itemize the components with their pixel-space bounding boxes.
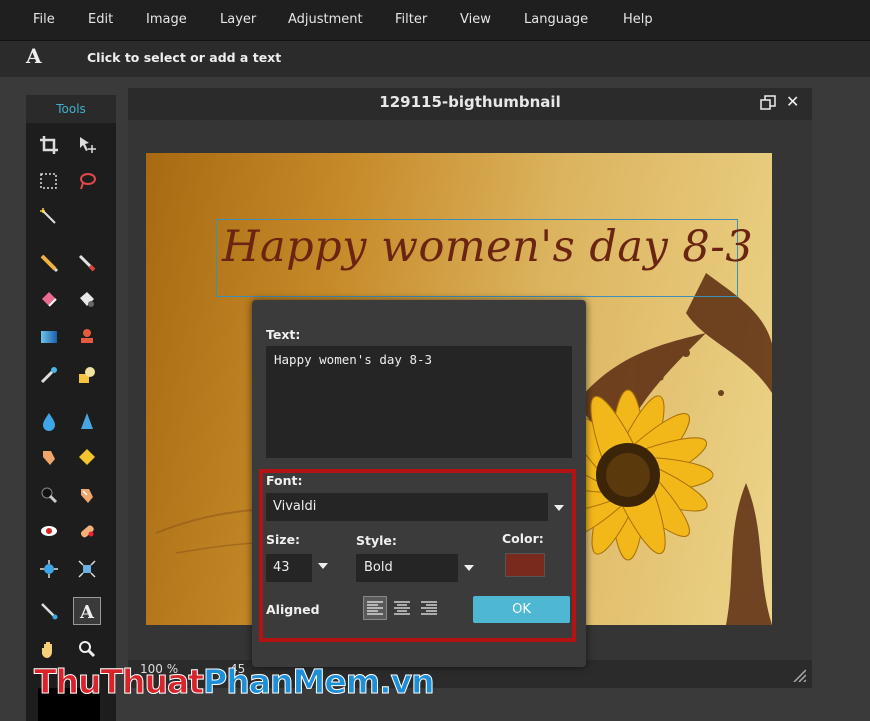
resize-grip-icon[interactable]	[792, 668, 806, 682]
drawing-tool[interactable]	[74, 362, 100, 388]
text-label: Text:	[266, 327, 301, 342]
magic-wand-tool[interactable]	[36, 204, 62, 230]
eraser-tool[interactable]	[36, 286, 62, 312]
menu-edit[interactable]: Edit	[88, 12, 113, 27]
tools-panel-title: Tools	[26, 95, 116, 123]
marquee-icon	[40, 173, 57, 189]
move-icon	[80, 137, 96, 153]
dodge-tool[interactable]	[74, 482, 100, 508]
annotation-highlight-box	[259, 469, 576, 642]
text-input[interactable]: Happy women's day 8-3	[266, 346, 572, 458]
shapes-icon	[79, 367, 95, 383]
menu-view[interactable]: View	[460, 12, 491, 27]
hand-icon	[42, 642, 52, 658]
finger-icon	[43, 451, 55, 465]
gradient-tool[interactable]	[36, 324, 62, 350]
sponge-icon	[79, 449, 95, 465]
bandage-icon	[80, 525, 94, 538]
tool-hint-text: Click to select or add a text	[87, 50, 282, 65]
gradient-icon	[41, 331, 57, 343]
menu-filter[interactable]: Filter	[395, 12, 427, 27]
smudge-tool[interactable]	[36, 444, 62, 470]
paint-bucket-icon	[80, 292, 94, 307]
lasso-icon	[80, 173, 96, 190]
color-replace-icon	[40, 367, 57, 384]
spot-heal-tool[interactable]	[74, 518, 100, 544]
restore-window-icon[interactable]	[760, 95, 776, 111]
pinch-icon	[78, 560, 96, 578]
magnifier-icon	[79, 641, 96, 658]
pencil-tool[interactable]	[36, 250, 62, 276]
fill-tool[interactable]	[74, 286, 100, 312]
text-tool[interactable]: A	[73, 597, 101, 625]
crop-icon	[40, 136, 58, 154]
menu-layer[interactable]: Layer	[220, 12, 256, 27]
text-tool-icon: A	[26, 44, 42, 68]
close-window-icon[interactable]: ✕	[786, 92, 799, 111]
burn-icon	[41, 487, 58, 504]
menu-help[interactable]: Help	[623, 12, 653, 27]
dodge-icon	[81, 489, 93, 503]
blur-tool[interactable]	[36, 408, 62, 434]
brush-tool[interactable]	[74, 250, 100, 276]
eraser-icon	[42, 292, 57, 307]
watermark-logo: ThuThuatPhanMem.vn	[33, 662, 436, 702]
bloat-icon	[40, 560, 58, 578]
color-replace-tool[interactable]	[36, 362, 62, 388]
lasso-tool[interactable]	[74, 168, 100, 194]
crop-tool[interactable]	[36, 132, 62, 158]
zoom-tool[interactable]	[74, 636, 100, 662]
sponge-tool[interactable]	[74, 444, 100, 470]
burn-tool[interactable]	[36, 482, 62, 508]
clone-stamp-tool[interactable]	[74, 324, 100, 350]
stamp-icon	[81, 329, 93, 343]
text-tool-glyph-icon: A	[79, 602, 95, 621]
pencil-icon	[40, 254, 59, 273]
menu-adjustment[interactable]: Adjustment	[288, 12, 363, 27]
brush-icon	[78, 254, 96, 272]
sharpen-icon	[81, 413, 93, 429]
magic-wand-icon	[40, 208, 56, 224]
hand-tool[interactable]	[36, 636, 62, 662]
water-drop-icon	[43, 413, 55, 431]
color-picker-tool[interactable]	[36, 598, 62, 624]
move-tool[interactable]	[74, 132, 100, 158]
menu-image[interactable]: Image	[146, 12, 187, 27]
eyedropper-icon	[41, 603, 58, 620]
watermark-part-1: ThuThuat	[33, 662, 204, 702]
watermark-part-2: PhanMem.vn	[203, 662, 436, 702]
sharpen-tool[interactable]	[74, 408, 100, 434]
svg-text:A: A	[79, 602, 95, 621]
menu-bar: File Edit Image Layer Adjustment Filter …	[0, 0, 870, 40]
red-eye-tool[interactable]	[36, 518, 62, 544]
menu-language[interactable]: Language	[524, 12, 588, 27]
canvas-text[interactable]: Happy women's day 8-3	[222, 222, 753, 272]
marquee-tool[interactable]	[36, 168, 62, 194]
menu-file[interactable]: File	[33, 12, 55, 27]
pinch-tool[interactable]	[74, 556, 100, 582]
eye-icon	[41, 526, 57, 536]
document-title: 129115-bigthumbnail	[379, 93, 561, 111]
bloat-tool[interactable]	[36, 556, 62, 582]
